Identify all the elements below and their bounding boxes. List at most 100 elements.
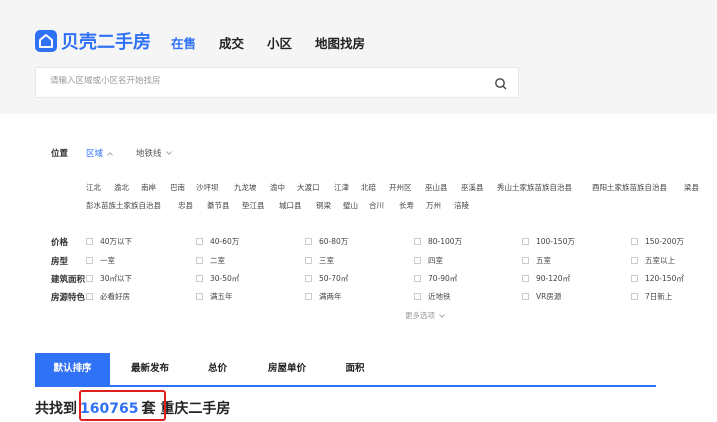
result-prefix: 共找到 <box>35 401 77 417</box>
district-item[interactable]: 万州 <box>426 200 441 211</box>
filter-option[interactable]: VR房源 <box>522 291 561 302</box>
district-item[interactable]: 渝北 <box>114 182 129 193</box>
district-item[interactable]: 巫溪县 <box>461 182 484 193</box>
tab-latest[interactable]: 最新发布 <box>115 353 185 385</box>
district-item[interactable]: 大渡口 <box>297 182 320 193</box>
district-item[interactable]: 合川 <box>369 200 384 211</box>
district-item[interactable]: 渝中 <box>270 182 285 193</box>
filter-option[interactable]: 四室 <box>414 255 443 266</box>
filter-option[interactable]: 90-120㎡ <box>522 273 570 284</box>
checkbox[interactable] <box>305 238 312 245</box>
district-item[interactable]: 开州区 <box>389 182 412 193</box>
filter-option[interactable]: 100-150万 <box>522 236 575 247</box>
more-options[interactable]: 更多选项 <box>405 310 445 321</box>
nav-map[interactable]: 地图找房 <box>315 33 365 52</box>
district-item[interactable]: 九龙坡 <box>234 182 257 193</box>
filter-option[interactable]: 近地铁 <box>414 291 451 302</box>
filter-option[interactable]: 120-150㎡ <box>631 273 684 284</box>
district-item[interactable]: 梁县 <box>684 182 699 193</box>
checkbox[interactable] <box>86 293 93 300</box>
filter-row-label: 建筑面积 <box>51 275 86 285</box>
chevron-down-icon <box>165 149 172 155</box>
nav-community[interactable]: 小区 <box>267 33 292 52</box>
filter-option-label: VR房源 <box>536 292 562 301</box>
checkbox[interactable] <box>631 293 638 300</box>
search-icon[interactable] <box>494 76 508 95</box>
filter-option[interactable]: 五室 <box>522 255 551 266</box>
filter-option[interactable]: 五室以上 <box>631 255 675 266</box>
filter-option-label: 60-80万 <box>319 237 349 246</box>
filter-option[interactable]: 满两年 <box>305 291 342 302</box>
checkbox[interactable] <box>631 238 638 245</box>
district-item[interactable]: 酉阳土家族苗族自治县 <box>592 182 667 193</box>
filter-option[interactable]: 50-70㎡ <box>305 273 348 284</box>
checkbox[interactable] <box>414 275 421 282</box>
tab-district[interactable]: 区域 <box>86 147 113 159</box>
filter-option[interactable]: 40-60万 <box>196 236 239 247</box>
district-item[interactable]: 綦节县 <box>207 200 230 211</box>
district-item[interactable]: 璧山 <box>343 200 358 211</box>
district-item[interactable]: 秀山土家族苗族自治县 <box>497 182 572 193</box>
filter-row-label: 房型 <box>51 257 69 267</box>
checkbox[interactable] <box>631 257 638 264</box>
checkbox[interactable] <box>414 238 421 245</box>
checkbox[interactable] <box>631 275 638 282</box>
district-item[interactable]: 巴南 <box>170 182 185 193</box>
tab-area[interactable]: 面积 <box>335 353 375 385</box>
checkbox[interactable] <box>522 257 529 264</box>
district-item[interactable]: 长寿 <box>399 200 414 211</box>
checkbox[interactable] <box>86 238 93 245</box>
filter-option-label: 五室 <box>536 256 551 265</box>
district-item[interactable]: 垫江县 <box>242 200 265 211</box>
filter-option[interactable]: 150-200万 <box>631 236 684 247</box>
filter-option-label: 二室 <box>210 256 225 265</box>
nav-on-sale[interactable]: 在售 <box>171 33 196 52</box>
search-input[interactable] <box>50 76 470 86</box>
filter-option[interactable]: 三室 <box>305 255 334 266</box>
tab-subway[interactable]: 地铁线 <box>136 147 172 159</box>
district-item[interactable]: 巫山县 <box>425 182 448 193</box>
district-item[interactable]: 江北 <box>86 182 101 193</box>
checkbox[interactable] <box>414 293 421 300</box>
filter-option[interactable]: 满五年 <box>196 291 233 302</box>
checkbox[interactable] <box>196 238 203 245</box>
checkbox[interactable] <box>86 275 93 282</box>
filter-option-label: 三室 <box>319 256 334 265</box>
district-item[interactable]: 城口县 <box>279 200 302 211</box>
filter-option[interactable]: 30㎡以下 <box>86 273 132 284</box>
checkbox[interactable] <box>305 257 312 264</box>
filter-option[interactable]: 必看好房 <box>86 291 130 302</box>
checkbox[interactable] <box>196 257 203 264</box>
nav-sold[interactable]: 成交 <box>219 33 244 52</box>
district-item[interactable]: 江津 <box>334 182 349 193</box>
filter-option-label: 40-60万 <box>210 237 240 246</box>
filter-option[interactable]: 80-100万 <box>414 236 462 247</box>
filter-option[interactable]: 40万以下 <box>86 236 132 247</box>
district-item[interactable]: 彭水苗族土家族自治县 <box>86 200 161 211</box>
checkbox[interactable] <box>522 238 529 245</box>
district-item[interactable]: 沙坪坝 <box>196 182 219 193</box>
tab-total-price[interactable]: 总价 <box>195 353 240 385</box>
district-item[interactable]: 涪陵 <box>454 200 469 211</box>
checkbox[interactable] <box>414 257 421 264</box>
district-item[interactable]: 忠县 <box>178 200 193 211</box>
filter-option[interactable]: 二室 <box>196 255 225 266</box>
tab-unit-price[interactable]: 房屋单价 <box>257 353 317 385</box>
filter-option[interactable]: 一室 <box>86 255 115 266</box>
filter-option[interactable]: 7日新上 <box>631 291 672 302</box>
district-item[interactable]: 铜梁 <box>316 200 331 211</box>
district-item[interactable]: 北碚 <box>361 182 376 193</box>
filter-option[interactable]: 60-80万 <box>305 236 348 247</box>
checkbox[interactable] <box>522 293 529 300</box>
checkbox[interactable] <box>305 275 312 282</box>
filter-option[interactable]: 70-90㎡ <box>414 273 457 284</box>
district-item[interactable]: 南岸 <box>141 182 156 193</box>
checkbox[interactable] <box>305 293 312 300</box>
checkbox[interactable] <box>196 293 203 300</box>
filter-option[interactable]: 30-50㎡ <box>196 273 239 284</box>
logo[interactable]: 贝壳二手房 <box>35 28 151 54</box>
checkbox[interactable] <box>86 257 93 264</box>
tab-default-sort[interactable]: 默认排序 <box>35 353 110 385</box>
checkbox[interactable] <box>196 275 203 282</box>
checkbox[interactable] <box>522 275 529 282</box>
